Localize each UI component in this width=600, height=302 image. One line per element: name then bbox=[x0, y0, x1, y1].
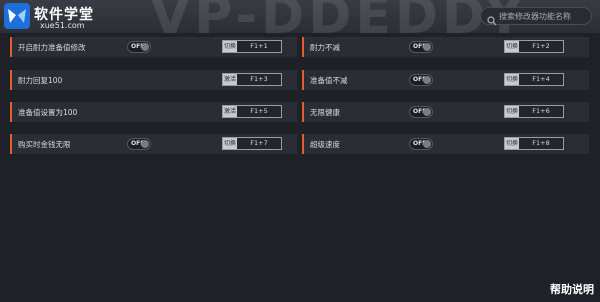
hotkey-box[interactable]: 切换 F1+4 bbox=[504, 73, 564, 86]
search-box[interactable] bbox=[480, 7, 592, 26]
toggle-knob bbox=[141, 140, 149, 148]
hotkey-action: 切换 bbox=[223, 41, 237, 52]
cheat-toggle[interactable]: OFF bbox=[127, 138, 151, 150]
cheat-label: 开启耐力准备值修改 bbox=[18, 43, 86, 52]
cheat-row[interactable]: 超级速度 OFF 切换 F1+8 bbox=[302, 134, 589, 154]
cheat-row[interactable]: 准备值设置为100 激活 F1+5 bbox=[10, 102, 297, 122]
hotkey-keys: F1+4 bbox=[532, 75, 550, 83]
hotkey-keys: F1+7 bbox=[250, 139, 268, 147]
toggle-knob bbox=[423, 140, 431, 148]
toggle-knob bbox=[423, 108, 431, 116]
cheat-row[interactable]: 开启耐力准备值修改 OFF 切换 F1+1 bbox=[10, 37, 297, 57]
toggle-knob bbox=[423, 76, 431, 84]
cheat-label: 无限健康 bbox=[310, 108, 340, 117]
hotkey-box[interactable]: 切换 F1+2 bbox=[504, 40, 564, 53]
hotkey-keys: F1+5 bbox=[250, 107, 268, 115]
hotkey-box[interactable]: 切换 F1+1 bbox=[222, 40, 282, 53]
cheat-label: 超级速度 bbox=[310, 140, 340, 149]
hotkey-action: 切换 bbox=[505, 74, 519, 85]
search-input[interactable] bbox=[499, 9, 589, 23]
hotkey-action: 切换 bbox=[505, 41, 519, 52]
cheat-label: 准备值不减 bbox=[310, 76, 348, 85]
cheat-label: 耐力回复100 bbox=[18, 76, 63, 85]
hotkey-keys: F1+6 bbox=[532, 107, 550, 115]
hotkey-box[interactable]: 激活 F1+3 bbox=[222, 73, 282, 86]
game-banner: VP-DDEDDY bbox=[150, 0, 528, 33]
site-logo-icon bbox=[4, 3, 30, 29]
cheat-label: 耐力不减 bbox=[310, 43, 340, 52]
hotkey-action: 激活 bbox=[223, 74, 237, 85]
hotkey-box[interactable]: 激活 F1+5 bbox=[222, 105, 282, 118]
cheat-row[interactable]: 购买时金钱无限 OFF 切换 F1+7 bbox=[10, 134, 297, 154]
search-icon bbox=[487, 11, 497, 30]
cheat-row[interactable]: 耐力不减 OFF 切换 F1+2 bbox=[302, 37, 589, 57]
hotkey-keys: F1+2 bbox=[532, 42, 550, 50]
top-bar: VP-DDEDDY 软件学堂 xue51.com bbox=[0, 0, 600, 33]
toggle-knob bbox=[141, 43, 149, 51]
hotkey-keys: F1+3 bbox=[250, 75, 268, 83]
hotkey-box[interactable]: 切换 F1+7 bbox=[222, 137, 282, 150]
cheat-toggle[interactable]: OFF bbox=[409, 138, 433, 150]
hotkey-action: 切换 bbox=[223, 138, 237, 149]
cheat-toggle[interactable]: OFF bbox=[409, 106, 433, 118]
hotkey-box[interactable]: 切换 F1+6 bbox=[504, 105, 564, 118]
hotkey-action: 切换 bbox=[505, 138, 519, 149]
cheat-label: 购买时金钱无限 bbox=[18, 140, 71, 149]
hotkey-keys: F1+8 bbox=[532, 139, 550, 147]
cheat-row[interactable]: 准备值不减 OFF 切换 F1+4 bbox=[302, 70, 589, 90]
hotkey-box[interactable]: 切换 F1+8 bbox=[504, 137, 564, 150]
cheat-row[interactable]: 耐力回复100 激活 F1+3 bbox=[10, 70, 297, 90]
hotkey-action: 切换 bbox=[505, 106, 519, 117]
cheat-row[interactable]: 无限健康 OFF 切换 F1+6 bbox=[302, 102, 589, 122]
help-link[interactable]: 帮助说明 bbox=[550, 281, 594, 297]
site-url: xue51.com bbox=[40, 21, 85, 30]
hotkey-action: 激活 bbox=[223, 106, 237, 117]
hotkey-keys: F1+1 bbox=[250, 42, 268, 50]
cheat-toggle[interactable]: OFF bbox=[409, 41, 433, 53]
cheat-toggle[interactable]: OFF bbox=[127, 41, 151, 53]
cheat-label: 准备值设置为100 bbox=[18, 108, 78, 117]
cheat-toggle[interactable]: OFF bbox=[409, 74, 433, 86]
toggle-knob bbox=[423, 43, 431, 51]
